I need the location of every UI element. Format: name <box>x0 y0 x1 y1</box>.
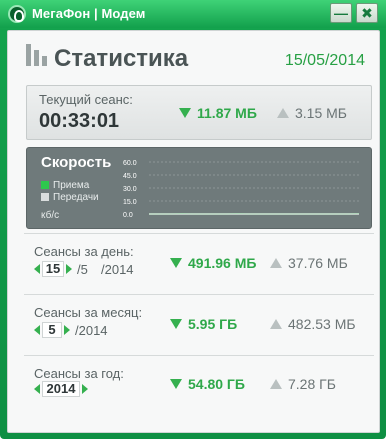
day-prev-arrow-icon[interactable] <box>34 264 40 274</box>
legend-receive-swatch <box>41 181 49 189</box>
page-title: Статистика <box>54 45 189 72</box>
download-arrow-icon <box>170 258 182 268</box>
y-tick-label: 0.0 <box>123 212 133 219</box>
upload-arrow-icon <box>270 258 282 268</box>
speed-box: Скорость Приема Передачи кб/с 60.0 45.0 30… <box>26 147 372 229</box>
download-arrow-icon <box>170 379 182 389</box>
month-download: 5.95 ГБ <box>188 316 238 332</box>
current-date: 15/05/2014 <box>284 52 365 69</box>
session-download: 11.87 МБ <box>197 105 257 121</box>
day-month: /5 <box>77 262 88 277</box>
day-next-arrow-icon[interactable] <box>66 264 72 274</box>
bar-chart-icon <box>26 44 48 66</box>
speed-title: Скорость <box>41 154 112 171</box>
year-prev-arrow-icon[interactable] <box>34 384 40 394</box>
download-arrow-icon <box>179 108 191 118</box>
app-title: МегаФон | Модем <box>32 6 146 21</box>
year-download: 54.80 ГБ <box>188 376 245 392</box>
y-tick-label: 15.0 <box>123 199 137 206</box>
speed-unit: кб/с <box>41 210 60 221</box>
download-arrow-icon <box>170 319 182 329</box>
separator <box>24 355 374 356</box>
month-value[interactable]: 5 <box>42 322 62 338</box>
megafon-modem-window: МегаФон | Модем — ✖ Статистика 15/05/201… <box>0 0 386 439</box>
y-tick-label: 30.0 <box>123 186 137 193</box>
legend-send-label: Передачи <box>53 192 99 203</box>
day-download: 491.96 МБ <box>188 255 257 271</box>
upload-arrow-icon <box>277 108 289 118</box>
year-next-arrow-icon[interactable] <box>82 384 88 394</box>
close-button[interactable]: ✖ <box>356 3 378 23</box>
session-timer: 00:33:01 <box>39 110 120 132</box>
month-next-arrow-icon[interactable] <box>64 325 70 335</box>
y-tick-label: 60.0 <box>123 160 137 167</box>
legend-send: Передачи <box>41 192 99 203</box>
day-sessions-label: Сеансы за день: <box>34 244 134 259</box>
legend-receive: Приема <box>41 180 89 191</box>
day-year: /2014 <box>101 262 134 277</box>
legend-send-swatch <box>41 193 49 201</box>
separator <box>24 233 374 234</box>
session-upload: 3.15 МБ <box>295 105 347 121</box>
y-tick-label: 45.0 <box>123 173 137 180</box>
day-value[interactable]: 15 <box>42 261 64 277</box>
legend-receive-label: Приема <box>53 180 90 191</box>
month-year: /2014 <box>75 323 108 338</box>
day-upload: 37.76 МБ <box>288 255 348 271</box>
statistics-panel: Статистика 15/05/2014 Текущий сеанс: 00:… <box>7 30 380 433</box>
current-session-box: Текущий сеанс: 00:33:01 11.87 МБ 3.15 МБ <box>26 85 372 140</box>
upload-arrow-icon <box>270 319 282 329</box>
month-upload: 482.53 МБ <box>288 316 356 332</box>
upload-arrow-icon <box>270 379 282 389</box>
megafon-logo-icon <box>8 5 26 23</box>
month-sessions-label: Сеансы за месяц: <box>34 305 143 320</box>
minimize-button[interactable]: — <box>330 3 352 23</box>
separator <box>24 294 374 295</box>
year-sessions-label: Сеансы за год: <box>34 366 124 381</box>
month-prev-arrow-icon[interactable] <box>34 325 40 335</box>
year-upload: 7.28 ГБ <box>288 376 336 392</box>
year-value[interactable]: 2014 <box>42 381 80 397</box>
speed-chart: 60.0 45.0 30.0 15.0 0.0 <box>123 160 360 219</box>
current-session-label: Текущий сеанс: <box>39 92 133 107</box>
title-bar[interactable]: МегаФон | Модем — ✖ <box>0 0 386 28</box>
